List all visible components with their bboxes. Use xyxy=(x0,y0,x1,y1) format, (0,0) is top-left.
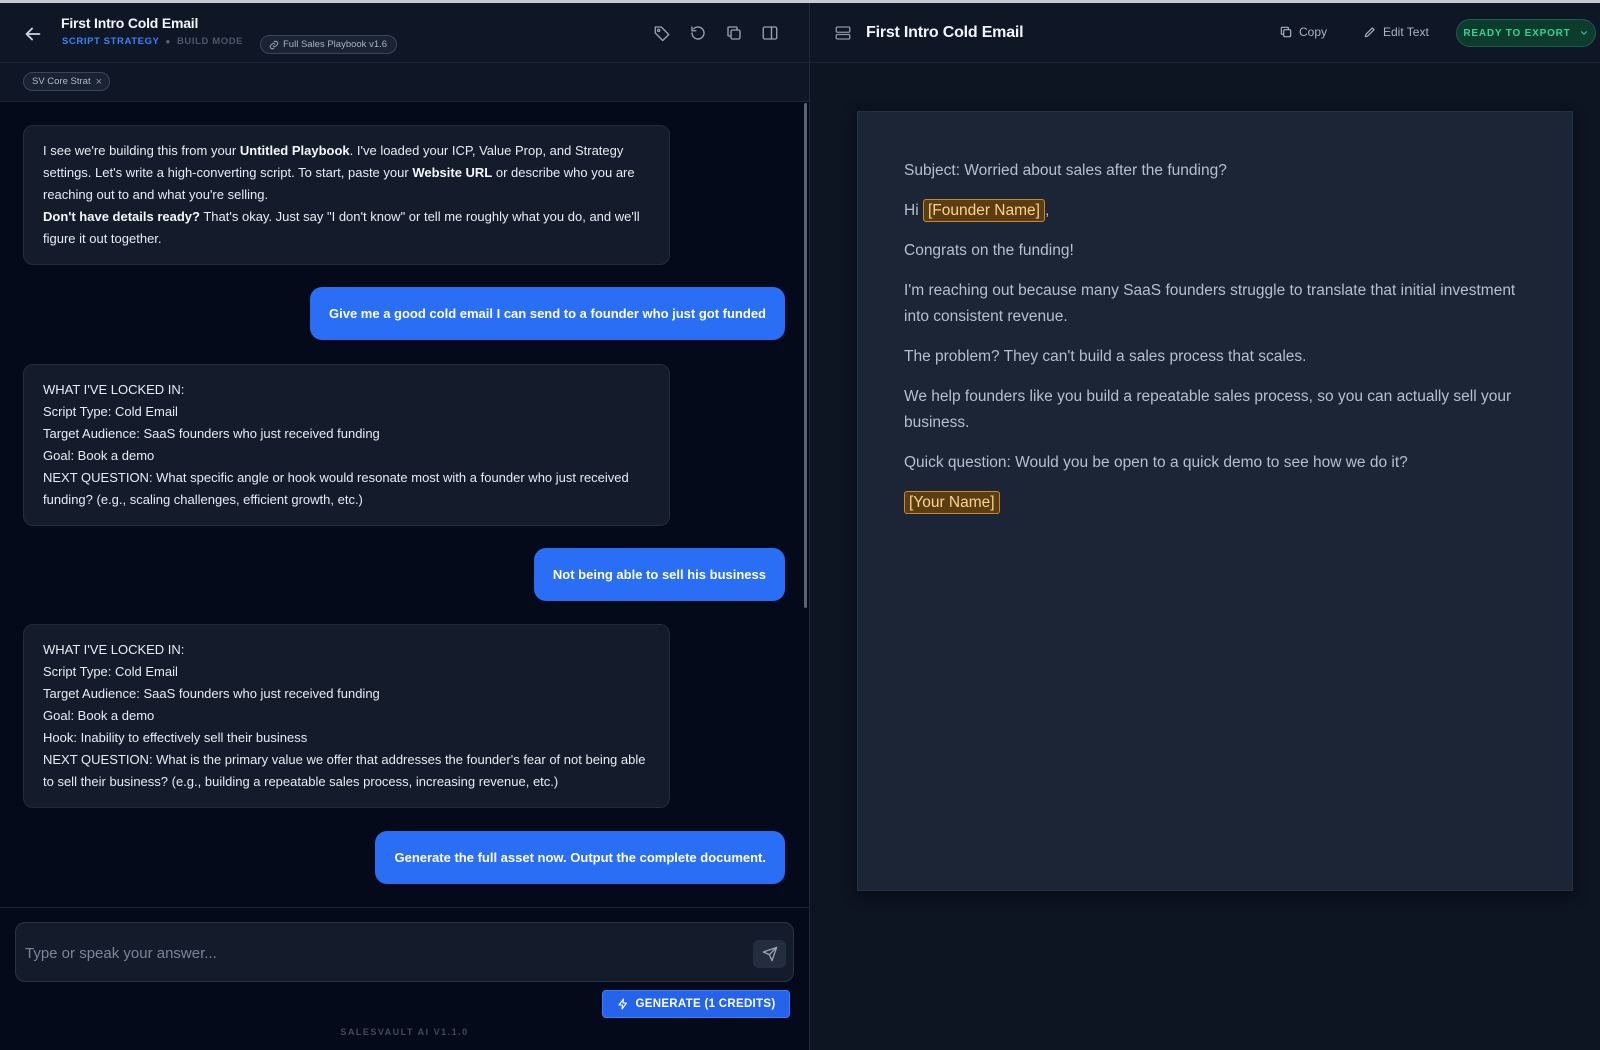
tag-icon[interactable] xyxy=(653,24,671,42)
copy-button[interactable]: Copy xyxy=(1279,25,1327,39)
pencil-icon xyxy=(1364,27,1375,38)
email-paragraph: Congrats on the funding! xyxy=(904,242,1074,259)
undo-icon[interactable] xyxy=(689,24,707,42)
document-card: Subject: Worried about sales after the f… xyxy=(857,111,1573,891)
message-line: Target Audience: SaaS founders who just … xyxy=(43,686,380,701)
copy-label: Copy xyxy=(1299,25,1328,39)
message-emphasis: Website URL xyxy=(412,165,493,180)
assistant-message: I see we're building this from your Unti… xyxy=(23,125,670,265)
chat-panel: First Intro Cold Email SCRIPT STRATEGY ●… xyxy=(0,3,809,1050)
app-version: SALESVAULT AI V1.1.0 xyxy=(340,1027,469,1037)
message-line: WHAT I'VE LOCKED IN: xyxy=(43,642,185,657)
layout-icon[interactable] xyxy=(834,24,852,42)
message-line: Hook: Inability to effectively sell thei… xyxy=(43,730,308,745)
email-subject: Subject: Worried about sales after the f… xyxy=(904,162,1227,179)
copy-icon xyxy=(1280,26,1292,38)
message-line: Target Audience: SaaS founders who just … xyxy=(43,426,380,441)
email-paragraph: The problem? They can't build a sales pr… xyxy=(904,348,1307,365)
greeting-punctuation: , xyxy=(1044,202,1050,219)
edit-label: Edit Text xyxy=(1383,25,1429,39)
playbook-badge[interactable]: Full Sales Playbook v1.6 xyxy=(260,35,398,54)
message-line: NEXT QUESTION: What specific angle or ho… xyxy=(43,470,629,507)
back-arrow-icon[interactable] xyxy=(22,23,44,45)
breadcrumb-strategy[interactable]: SCRIPT STRATEGY xyxy=(62,36,160,47)
filter-chip-label: SV Core Strat xyxy=(32,76,91,87)
assistant-message: WHAT I'VE LOCKED IN: Script Type: Cold E… xyxy=(23,364,670,526)
message-line: Script Type: Cold Email xyxy=(43,664,178,679)
document-header: First Intro Cold Email Copy Edit Text RE… xyxy=(810,3,1600,63)
email-paragraph: Quick question: Would you be open to a q… xyxy=(904,454,1408,471)
message-emphasis: Don't have details ready? xyxy=(43,209,200,224)
edit-text-button[interactable]: Edit Text xyxy=(1363,25,1429,39)
generate-label: GENERATE (1 CREDITS) xyxy=(635,998,776,1010)
message-line: Goal: Book a demo xyxy=(43,708,155,723)
your-name-placeholder[interactable]: [Your Name] xyxy=(904,491,1000,514)
document-panel: First Intro Cold Email Copy Edit Text RE… xyxy=(810,3,1600,1050)
email-greeting: Hi [Founder Name], xyxy=(904,198,1534,224)
message-line: NEXT QUESTION: What is the primary value… xyxy=(43,752,646,789)
answer-input[interactable] xyxy=(25,941,725,965)
ready-to-export-button[interactable]: READY TO EXPORT xyxy=(1456,19,1596,47)
close-icon[interactable]: × xyxy=(96,76,102,88)
message-text: I see we're building this from your xyxy=(43,143,240,158)
copy-icon[interactable] xyxy=(725,24,743,42)
breadcrumb-mode[interactable]: BUILD MODE xyxy=(177,36,243,47)
user-message: Not being able to sell his business xyxy=(533,548,785,601)
email-paragraph: I'm reaching out because many SaaS found… xyxy=(904,282,1516,325)
send-icon[interactable] xyxy=(753,940,786,968)
message-line: Script Type: Cold Email xyxy=(43,404,178,419)
link-icon xyxy=(269,40,279,49)
lightning-icon xyxy=(617,998,627,1010)
breadcrumb-separator: ● xyxy=(165,37,171,46)
email-body[interactable]: Subject: Worried about sales after the f… xyxy=(904,158,1534,530)
page-title: First Intro Cold Email xyxy=(61,15,199,31)
message-line: WHAT I'VE LOCKED IN: xyxy=(43,382,185,397)
message-paragraph: Don't have details ready? That's okay. J… xyxy=(43,206,650,250)
founder-name-placeholder[interactable]: [Founder Name] xyxy=(922,199,1045,222)
chat-thread: I see we're building this from your Unti… xyxy=(0,102,809,907)
email-signature: [Your Name] xyxy=(904,490,1534,516)
playbook-label: Full Sales Playbook v1.6 xyxy=(283,39,388,50)
user-message: Give me a good cold email I can send to … xyxy=(310,287,785,340)
user-message: Generate the full asset now. Output the … xyxy=(375,831,785,884)
split-view-icon[interactable] xyxy=(761,24,779,42)
breadcrumb: SCRIPT STRATEGY ● BUILD MODE xyxy=(62,36,243,47)
assistant-message: WHAT I'VE LOCKED IN: Script Type: Cold E… xyxy=(23,624,670,808)
chat-header: First Intro Cold Email SCRIPT STRATEGY ●… xyxy=(0,3,809,63)
composer-divider xyxy=(0,907,809,908)
email-paragraph: We help founders like you build a repeat… xyxy=(904,388,1512,431)
generate-button[interactable]: GENERATE (1 CREDITS) xyxy=(602,990,790,1018)
message-paragraph: I see we're building this from your Unti… xyxy=(43,140,650,206)
chat-scrollbar[interactable] xyxy=(804,103,807,608)
document-title: First Intro Cold Email xyxy=(866,24,1024,41)
message-composer xyxy=(15,922,794,982)
filter-bar: SV Core Strat × xyxy=(0,63,809,102)
export-label: READY TO EXPORT xyxy=(1463,27,1571,39)
chevron-down-icon xyxy=(1580,31,1587,35)
greeting-text: Hi xyxy=(904,202,919,219)
message-line: Goal: Book a demo xyxy=(43,448,155,463)
message-emphasis: Untitled Playbook xyxy=(239,143,350,158)
filter-chip[interactable]: SV Core Strat × xyxy=(23,72,111,91)
